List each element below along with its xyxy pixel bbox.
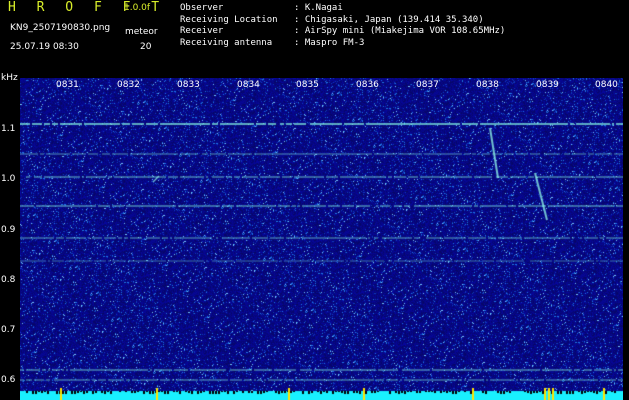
x-tick-label: 0837 [416,80,439,90]
y-axis-unit: kHz [1,73,18,83]
y-tick-label: 1.1 [1,124,16,134]
info-label: Receiving antenna [180,37,273,48]
x-tick-label: 0835 [296,80,319,90]
spectrogram-canvas [20,78,623,400]
mode-label: meteor [125,27,158,37]
x-tick-label: 0833 [177,80,200,90]
info-value: : Maspro FM-3 [294,37,365,48]
file-name: KN9_2507190830.png [10,23,111,33]
info-value: : Chigasaki, Japan (139.414 35.340) [294,14,484,25]
observation-info: Observer : K.Nagai Receiving Location : Ch… [180,2,505,48]
x-tick-label: 0836 [356,80,379,90]
x-tick-label: 0832 [117,80,140,90]
version-label: 1.0.0f [124,3,151,13]
x-tick-label: 0839 [536,80,559,90]
interval-value: 20 [140,42,152,52]
info-row-receiver: Receiver : AirSpy mini (Miakejima VOR 108… [180,25,505,37]
info-row-location: Receiving Location : Chigasaki, Japan (13… [180,14,505,26]
info-label: Receiving Location [180,14,278,25]
y-tick-label: 0.8 [1,275,16,285]
info-label: Receiver [180,26,224,37]
info-label: Observer [180,3,224,13]
header-panel: H R O F F T 1.0.0f KN9_2507190830.png me… [0,0,629,78]
x-tick-label: 0838 [476,80,499,90]
x-tick-label: 0834 [237,80,260,90]
info-value: : AirSpy mini (Miakejima VOR 108.65MHz) [294,26,506,37]
date-time: 25.07.19 08:30 [10,42,79,52]
info-row-observer: Observer : K.Nagai [180,2,505,14]
y-tick-label: 0.9 [1,225,16,235]
y-tick-label: 0.7 [1,325,16,335]
y-tick-label: 1.0 [1,174,16,184]
x-tick-label: 0840 [595,80,618,90]
info-row-antenna: Receiving antenna : Maspro FM-3 [180,37,505,49]
info-value: : K.Nagai [294,3,343,13]
y-tick-label: 0.6 [1,375,16,385]
x-tick-label: 0831 [56,80,79,90]
